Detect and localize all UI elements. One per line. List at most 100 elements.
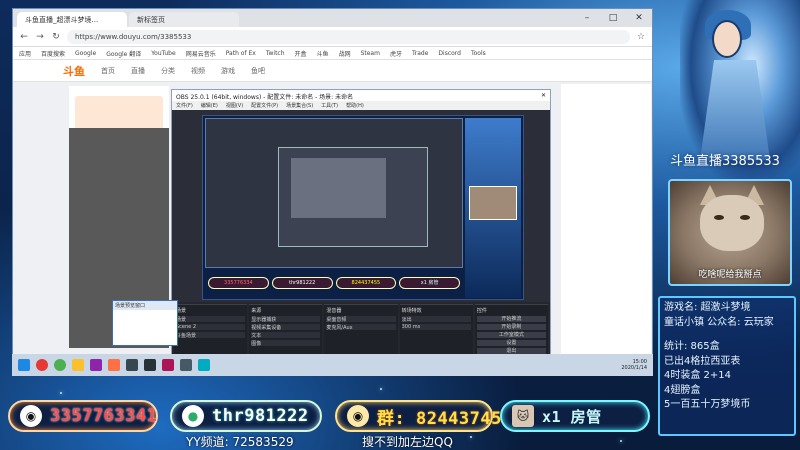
info-line: 已出4格拉西亚表 [664,355,741,367]
app-icon[interactable] [162,359,174,371]
cat-eye [740,215,750,220]
source-item[interactable]: 文本 [251,332,321,339]
transition-select[interactable]: 淡出 [401,316,471,323]
site-menu-item[interactable]: 首页 [101,66,115,76]
bookmark-item[interactable]: Trade [412,50,428,57]
app-icon[interactable] [36,359,48,371]
studio-mode-button[interactable]: 工作室模式 [476,332,547,338]
close-icon[interactable]: ✕ [541,92,546,99]
source-item[interactable]: 图像 [251,340,321,347]
mixer-channel[interactable]: 桌面音频 [326,316,396,323]
obs-window: OBS 25.0.1 (64bit, windows) - 配置文件: 未命名 … [171,89,551,359]
obs-menu-item[interactable]: 帮助(H) [346,102,364,109]
obs-menu-bar: 文件(F) 编辑(E) 视图(V) 配置文件(P) 场景集合(S) 工具(T) … [172,101,550,110]
taskbar-thumbnail-preview[interactable]: 场景预览窗口 [112,300,178,346]
bookmark-item[interactable]: 斗鱼 [317,49,329,58]
bookmark-item[interactable]: Twitch [266,50,285,57]
site-menu-item[interactable]: 直播 [131,66,145,76]
site-menu-item[interactable]: 鱼吧 [251,66,265,76]
app-icon[interactable] [180,359,192,371]
character-face [712,20,742,58]
bookmark-item[interactable]: Path of Ex [226,50,256,57]
cat-eye [714,215,724,220]
star-icon[interactable]: ☆ [636,32,646,42]
site-menu-item[interactable]: 分类 [161,66,175,76]
reload-icon[interactable]: ↻ [51,32,61,42]
obs-menu-item[interactable]: 场景集合(S) [286,102,313,109]
preview-desktop [205,118,463,268]
preview-pill: 824437455 [335,277,397,289]
info-line: 5一百五十万梦境币 [664,399,751,410]
info-line: 统计: 865盒 [664,341,720,352]
bookmark-item[interactable]: Discord [438,50,461,57]
maximize-icon[interactable]: □ [600,9,626,27]
dock-title: 控件 [476,308,487,314]
scene-item[interactable]: Scene 2 [176,324,246,330]
start-recording-button[interactable]: 开始录制 [476,324,547,330]
duration-input[interactable]: 300 ms [401,324,471,330]
bookmark-item[interactable]: 百度搜索 [41,49,65,58]
app-icon[interactable] [90,359,102,371]
windows-taskbar: 15:00 2020/1/14 [12,354,653,376]
douyu-room-label: 斗鱼直播3385533 [670,154,780,169]
browser-icon[interactable] [54,359,66,371]
obs-icon[interactable] [126,359,138,371]
site-menu-item[interactable]: 游戏 [221,66,235,76]
settings-button[interactable]: 设置 [476,340,547,346]
browser-tab-active[interactable]: 斗鱼直播_超漂斗梦境... [17,12,127,27]
obs-menu-item[interactable]: 视图(V) [226,102,243,109]
site-logo[interactable]: 斗鱼 [63,63,85,79]
obs-menu-item[interactable]: 配置文件(P) [251,102,278,109]
bookmark-item[interactable]: Google 翻译 [106,49,141,58]
close-icon[interactable]: ✕ [626,9,652,27]
start-icon[interactable] [18,359,30,371]
address-bar-row: ← → ↻ https://www.douyu.com/3385533 ☆ [13,27,652,47]
dock-title: 混音器 [326,308,342,314]
folder-icon[interactable] [72,359,84,371]
obs-menu-item[interactable]: 工具(T) [321,102,338,109]
mixer-channel[interactable]: 麦克风/Aux [326,324,396,331]
app-icon[interactable] [198,359,210,371]
url-input[interactable]: https://www.douyu.com/3385533 [67,29,630,44]
app-icon[interactable] [144,359,156,371]
minimize-icon[interactable]: – [574,9,600,27]
app-icon[interactable] [108,359,120,371]
browser-tab[interactable]: 新标签页 [129,12,239,27]
bookmark-item[interactable]: Steam [361,50,380,57]
preview-contact-bar: 335776334 thr981222 824437455 x1 房管 [205,268,463,298]
qq-contact-pill: ◉ 3357763341 [8,400,158,432]
bookmark-item[interactable]: Tools [471,50,486,57]
bookmark-item[interactable]: 网易云音乐 [186,49,216,58]
group-number: 群: 824437455 [377,408,513,429]
cam-caption: 吃啥呢给我掰点 [698,270,762,280]
bookmark-item[interactable]: Google [75,50,96,57]
bookmark-item[interactable]: 应用 [19,49,31,58]
obs-preview[interactable]: 335776334 thr981222 824437455 x1 房管 [202,115,524,300]
chat-placeholder [561,84,651,92]
source-item[interactable]: 视频采集设备 [251,324,321,331]
bookmark-item[interactable]: 虎牙 [390,49,402,58]
dock-title: 场景 [176,308,187,314]
bookmark-item[interactable]: 战网 [339,49,351,58]
bookmark-item[interactable]: YouTube [151,50,175,57]
scene-item[interactable]: 场景 [176,316,246,323]
chat-panel [561,84,651,354]
scene-item[interactable]: 斗鱼场景 [176,332,246,339]
site-menu-item[interactable]: 视频 [191,66,205,76]
sparkle [380,388,382,390]
source-item[interactable]: 显示器捕获 [251,316,321,323]
obs-menu-item[interactable]: 文件(F) [176,102,193,109]
preview-pill: 335776334 [208,277,269,289]
qq-icon: ◉ [20,405,42,427]
taskbar-clock[interactable]: 15:00 2020/1/14 [621,359,653,371]
bookmark-item[interactable]: 开盒 [295,49,307,58]
forward-icon[interactable]: → [35,32,45,42]
start-streaming-button[interactable]: 开始推流 [476,316,547,322]
obs-menu-item[interactable]: 编辑(E) [201,102,218,109]
info-line: 4翅膀盒 [664,384,701,396]
sparkle [470,436,472,438]
admin-label: x1 房管 [542,407,602,426]
sparkle [60,392,62,394]
back-icon[interactable]: ← [19,32,29,42]
